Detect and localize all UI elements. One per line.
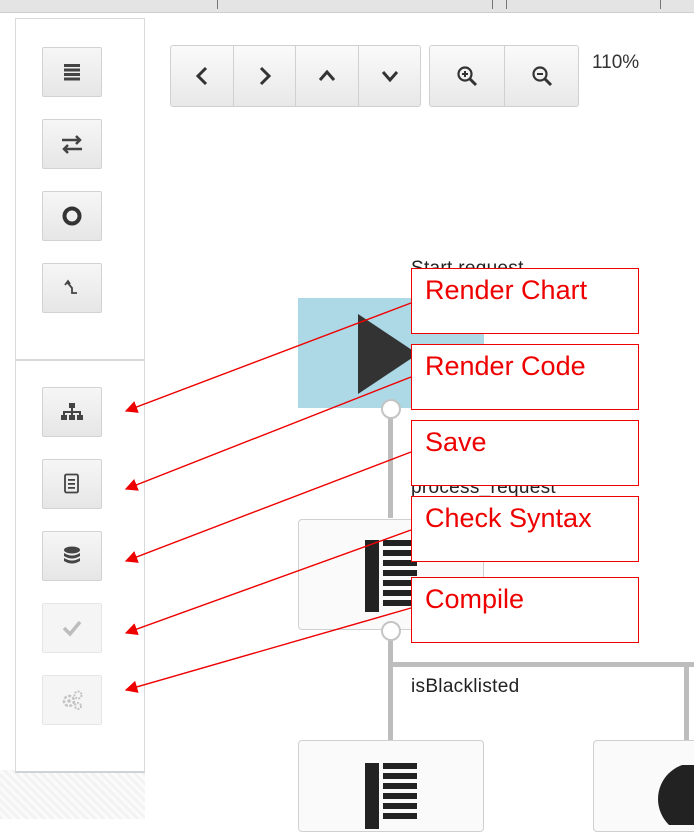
- arrow-render-chart: [124, 302, 412, 413]
- arrow-save: [124, 451, 412, 563]
- arrow-compile: [124, 607, 412, 693]
- arrow-render-code: [124, 376, 412, 491]
- arrow-check-syntax: [124, 529, 412, 636]
- callout-check-syntax: Check Syntax: [411, 496, 639, 562]
- callout-render-chart: Render Chart: [411, 268, 639, 334]
- callout-render-code: Render Code: [411, 344, 639, 410]
- callout-compile: Compile: [411, 577, 639, 643]
- callout-save: Save: [411, 420, 639, 486]
